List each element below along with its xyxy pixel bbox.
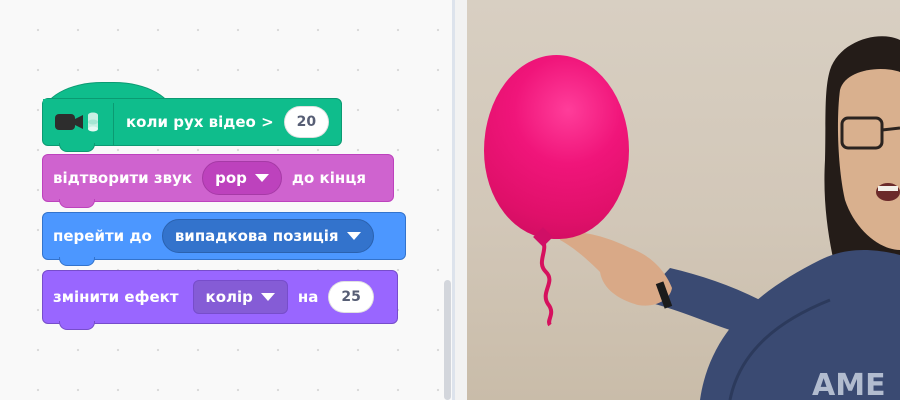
go-to-block[interactable]: перейти до випадкова позиція [42, 212, 406, 266]
code-area-scrollbar[interactable] [444, 280, 451, 400]
balloon-sprite[interactable] [484, 55, 629, 239]
video-sensing-icon-wrap [53, 99, 114, 145]
video-sensing-icon [55, 112, 98, 132]
motion-threshold-input[interactable]: 20 [283, 106, 330, 138]
person-hand [560, 231, 672, 306]
chevron-down-icon [346, 232, 361, 240]
effect-dropdown[interactable]: колір [192, 280, 288, 314]
stage-border [455, 0, 467, 400]
block-label: перейти до [53, 227, 152, 245]
block-label: до кінця [291, 169, 366, 187]
block-label: на [297, 288, 319, 306]
position-dropdown[interactable]: випадкова позиція [161, 219, 374, 253]
balloon-string [539, 239, 554, 327]
block-label: змінити ефект [53, 288, 179, 306]
block-label: відтворити звук [53, 169, 193, 187]
sound-dropdown[interactable]: pop [202, 161, 282, 195]
effect-amount-input[interactable]: 25 [328, 281, 374, 313]
when-video-motion-block[interactable]: коли рух відео > 20 [42, 98, 342, 152]
position-dropdown-value: випадкова позиція [174, 227, 339, 245]
change-effect-block[interactable]: змінити ефект колір на 25 [42, 270, 398, 330]
chevron-down-icon [254, 174, 269, 182]
svg-text:AME: AME [812, 368, 886, 400]
block-label: коли рух відео > [126, 113, 274, 131]
effect-dropdown-value: колір [205, 288, 253, 306]
sound-dropdown-value: pop [215, 169, 247, 187]
chevron-down-icon [260, 293, 275, 301]
play-sound-until-done-block[interactable]: відтворити звук pop до кінця [42, 154, 394, 208]
